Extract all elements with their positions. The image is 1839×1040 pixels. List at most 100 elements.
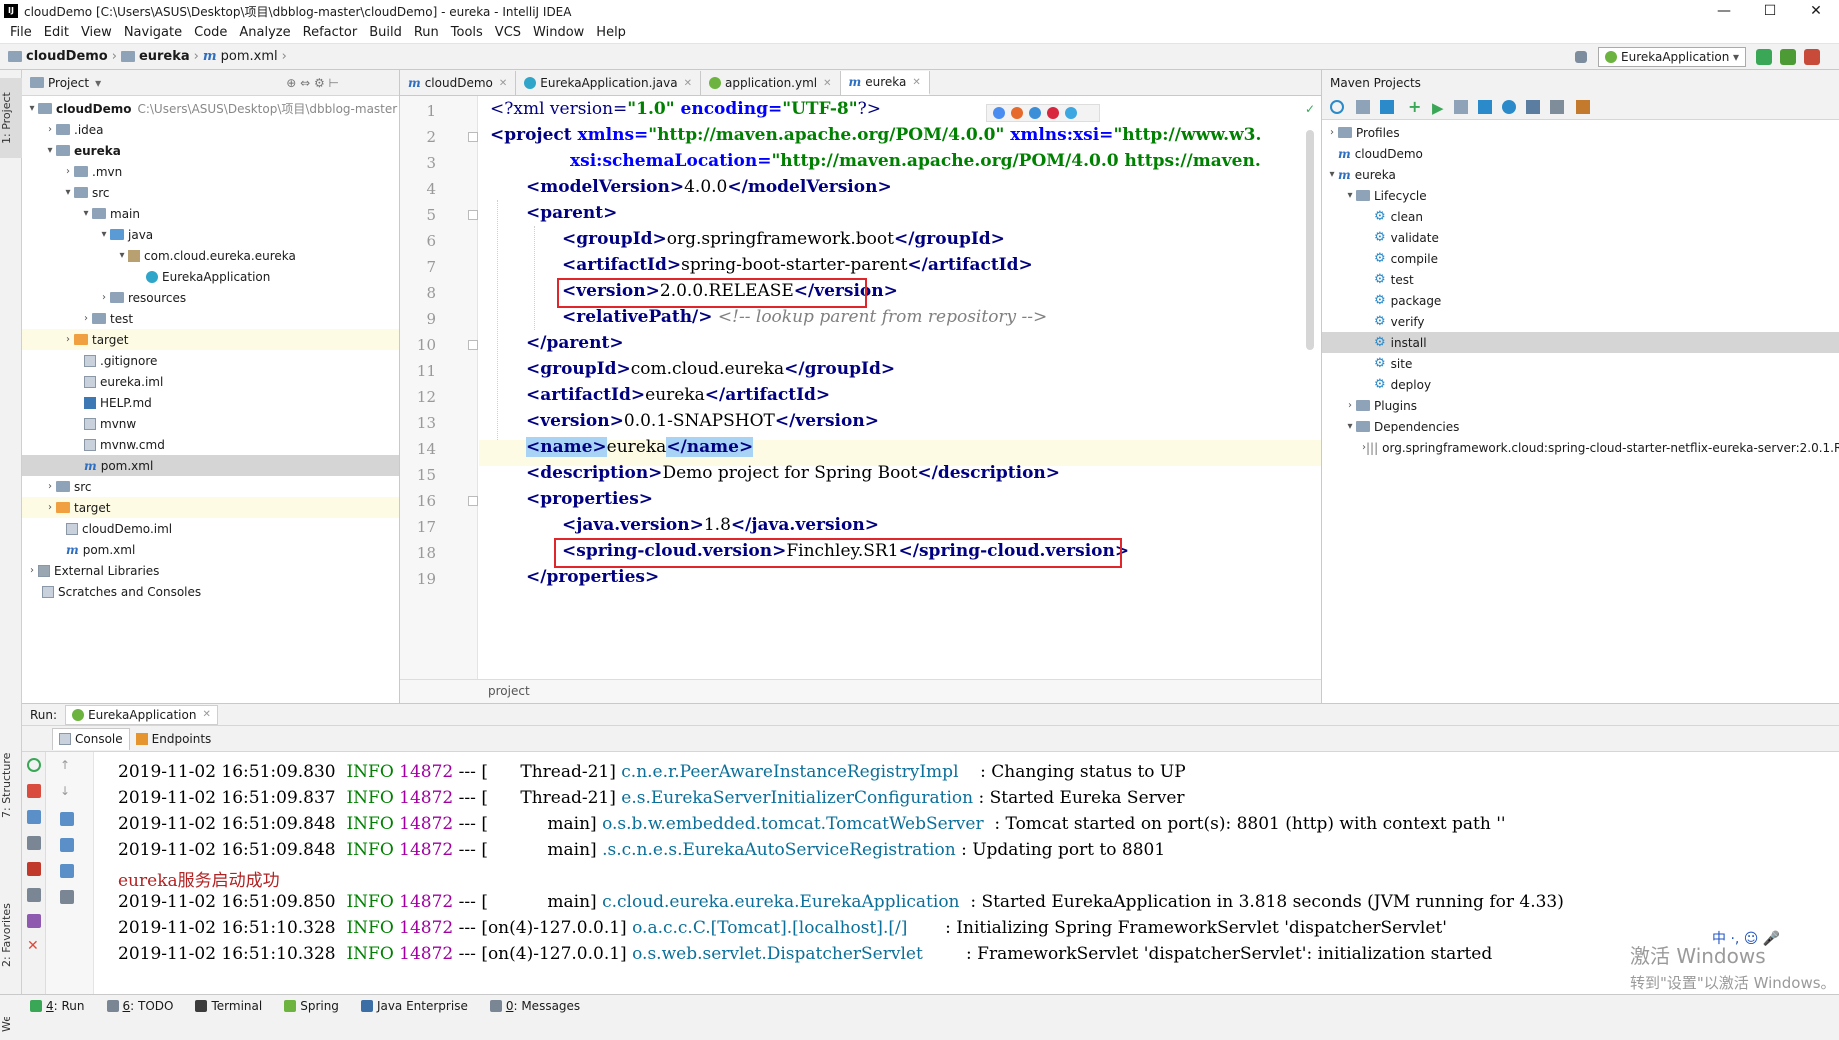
menu-navigate[interactable]: Navigate xyxy=(118,25,188,40)
code-line-5[interactable]: <parent> xyxy=(526,203,617,223)
menu-build[interactable]: Build xyxy=(363,25,408,40)
log-line-3[interactable]: 2019-11-02 16:51:09.848 INFO 14872 --- [… xyxy=(118,814,1506,834)
tab-console[interactable]: Console xyxy=(52,727,130,750)
maven-goal-package[interactable]: ⚙ package xyxy=(1322,290,1839,311)
generate-sources-icon[interactable] xyxy=(1356,100,1370,114)
tree-item-eureka-iml[interactable]: eureka.iml xyxy=(22,371,399,392)
code-line-2[interactable]: <project xmlns="http://maven.apache.org/… xyxy=(490,125,1261,145)
code-line-10[interactable]: </parent> xyxy=(526,333,624,353)
menu-code[interactable]: Code xyxy=(188,25,233,40)
run-config-tab[interactable]: EurekaApplication ✕ xyxy=(65,704,218,725)
tab-endpoints[interactable]: Endpoints xyxy=(130,728,218,750)
minimize-button[interactable]: — xyxy=(1701,0,1747,22)
maven-goal-test[interactable]: ⚙ test xyxy=(1322,269,1839,290)
tool-button-todo[interactable]: 6: TODO xyxy=(106,999,173,1013)
tree-item-eureka[interactable]: ▾ eureka xyxy=(22,140,399,161)
reimport-icon[interactable] xyxy=(1330,100,1344,114)
stop-icon[interactable] xyxy=(1804,49,1820,65)
tree-item-target[interactable]: › target xyxy=(22,329,399,350)
tool-tab-structure[interactable]: 7: Structure xyxy=(0,740,22,830)
tool-button-spring[interactable]: Spring xyxy=(284,999,339,1013)
pause-icon[interactable] xyxy=(27,810,41,824)
print-icon[interactable] xyxy=(60,864,74,878)
editor-scrollbar[interactable] xyxy=(1306,130,1314,350)
log-line-1[interactable]: 2019-11-02 16:51:09.830 INFO 14872 --- [… xyxy=(118,762,1186,782)
menu-run[interactable]: Run xyxy=(408,25,445,40)
skip-tests-icon[interactable] xyxy=(1502,100,1516,114)
tree-item-java[interactable]: ▾ java xyxy=(22,224,399,245)
code-line-17[interactable]: <java.version>1.8</java.version> xyxy=(562,515,879,535)
safari-icon[interactable] xyxy=(1029,107,1041,119)
run-icon[interactable]: ▶ xyxy=(1432,99,1444,117)
debug-icon[interactable] xyxy=(1780,49,1796,65)
maven-goal-install[interactable]: ⚙ install xyxy=(1322,332,1839,353)
code-line-15[interactable]: <description>Demo project for Spring Boo… xyxy=(526,463,1060,483)
code-line-11[interactable]: <groupId>com.cloud.eureka</groupId> xyxy=(526,359,895,379)
menu-analyze[interactable]: Analyze xyxy=(233,25,296,40)
log-line-8[interactable]: 2019-11-02 16:51:10.328 INFO 14872 --- [… xyxy=(118,944,1492,964)
log-line-2[interactable]: 2019-11-02 16:51:09.837 INFO 14872 --- [… xyxy=(118,788,1185,808)
maven-item-cloudDemo[interactable]: m cloudDemo xyxy=(1322,143,1839,164)
tree-item-root-target[interactable]: › target xyxy=(22,497,399,518)
tool-button-run[interactable]: 4: Run xyxy=(30,999,85,1013)
tree-item-gitignore[interactable]: .gitignore xyxy=(22,350,399,371)
rerun-icon[interactable] xyxy=(27,758,41,772)
build-icon[interactable] xyxy=(1575,51,1587,63)
tree-item-help-md[interactable]: HELP.md xyxy=(22,392,399,413)
tree-item-mvnw[interactable]: mvnw xyxy=(22,413,399,434)
stop-icon[interactable] xyxy=(27,784,41,798)
download-icon[interactable] xyxy=(1380,100,1394,114)
menu-help[interactable]: Help xyxy=(590,25,632,40)
panel-settings-icon[interactable]: ⊕ ⇔ ⚙ ⊢ xyxy=(286,76,339,90)
editor-breadcrumb[interactable]: project xyxy=(400,679,1321,703)
tree-item-test[interactable]: › test xyxy=(22,308,399,329)
close-icon[interactable]: ✕ xyxy=(499,78,507,89)
fold-marker[interactable] xyxy=(468,132,478,142)
log-line-7[interactable]: 2019-11-02 16:51:10.328 INFO 14872 --- [… xyxy=(118,918,1447,938)
chevron-down-icon[interactable]: ▾ xyxy=(95,76,101,90)
breadcrumb-eureka[interactable]: eureka xyxy=(139,49,190,64)
maven-goal-validate[interactable]: ⚙ validate xyxy=(1322,227,1839,248)
maven-item-plugins[interactable]: › Plugins xyxy=(1322,395,1839,416)
tab-cloudDemo[interactable]: m cloudDemo ✕ xyxy=(400,71,517,95)
tab-application-yml[interactable]: application.yml ✕ xyxy=(701,71,841,95)
code-line-12[interactable]: <artifactId>eureka</artifactId> xyxy=(526,385,830,405)
menu-refactor[interactable]: Refactor xyxy=(297,25,364,40)
clear-all-icon[interactable] xyxy=(60,890,74,904)
maven-goal-site[interactable]: ⚙ site xyxy=(1322,353,1839,374)
maven-item-lifecycle[interactable]: ▾ Lifecycle xyxy=(1322,185,1839,206)
collapse-all-icon[interactable] xyxy=(1550,100,1564,114)
tree-item-external-libraries[interactable]: › External Libraries xyxy=(22,560,399,581)
maven-settings-icon[interactable] xyxy=(1576,100,1590,114)
close-icon[interactable]: ✕ xyxy=(684,78,692,89)
menu-file[interactable]: File xyxy=(4,25,38,40)
close-button[interactable]: ✕ xyxy=(1793,0,1839,22)
tree-item-resources[interactable]: › resources xyxy=(22,287,399,308)
code-line-4[interactable]: <modelVersion>4.0.0</modelVersion> xyxy=(526,177,892,197)
add-icon[interactable]: + xyxy=(1408,97,1421,116)
close-icon[interactable]: ✕ xyxy=(823,78,831,89)
code-line-6[interactable]: <groupId>org.springframework.boot</group… xyxy=(562,229,1005,249)
down-arrow-icon[interactable]: ↓ xyxy=(60,784,70,798)
code-line-1[interactable]: <?xml version="1.0" encoding="UTF-8"?> xyxy=(490,99,881,119)
close-icon[interactable]: ✕ xyxy=(27,938,39,954)
maven-item-eureka[interactable]: ▾ m eureka xyxy=(1322,164,1839,185)
tree-item-src[interactable]: ▾ src xyxy=(22,182,399,203)
maven-goal-deploy[interactable]: ⚙ deploy xyxy=(1322,374,1839,395)
breadcrumb-cloudDemo[interactable]: cloudDemo xyxy=(26,49,108,64)
dependencies-diagram-icon[interactable] xyxy=(1526,100,1540,114)
code-line-16[interactable]: <properties> xyxy=(526,489,653,509)
tool-tab-favorites[interactable]: 2: Favorites xyxy=(0,890,22,980)
tree-item-root-src[interactable]: › src xyxy=(22,476,399,497)
tree-item-eureka-application[interactable]: EurekaApplication xyxy=(22,266,399,287)
execute-goal-icon[interactable] xyxy=(1454,100,1468,114)
menu-edit[interactable]: Edit xyxy=(38,25,75,40)
code-line-14[interactable]: <name>eureka</name> xyxy=(526,437,754,457)
tool-button-messages[interactable]: 0: Messages xyxy=(489,999,580,1013)
tree-item-cloudDemo-iml[interactable]: cloudDemo.iml xyxy=(22,518,399,539)
project-panel-title[interactable]: Project xyxy=(48,76,89,90)
toggle-offline-icon[interactable] xyxy=(1478,100,1492,114)
tab-eureka-application-java[interactable]: EurekaApplication.java ✕ xyxy=(516,71,701,95)
maven-item-profiles[interactable]: › Profiles xyxy=(1322,122,1839,143)
opera-icon[interactable] xyxy=(1047,107,1059,119)
